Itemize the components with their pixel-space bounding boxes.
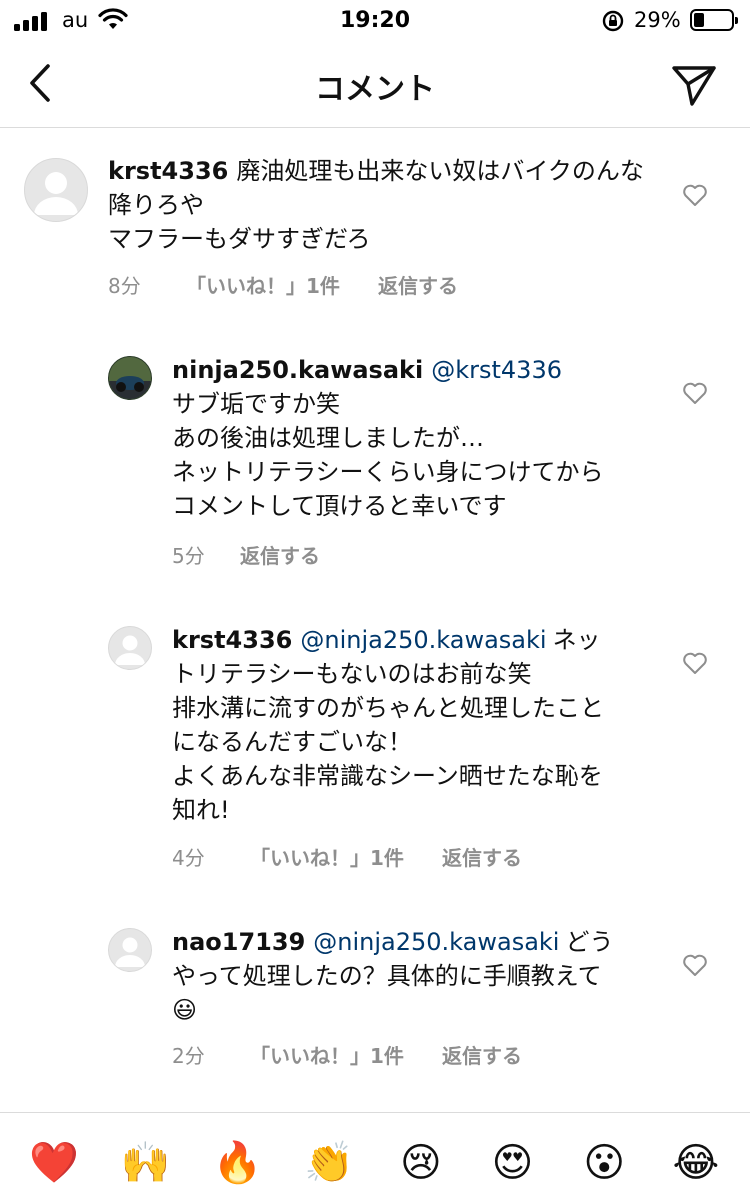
heart-icon[interactable] — [682, 183, 708, 207]
surprised-face-emoji[interactable]: 😮 — [574, 1130, 634, 1196]
likes-count[interactable]: 「いいね！」1件 — [186, 270, 378, 299]
comment-username[interactable]: krst4336 — [108, 157, 228, 185]
battery-percentage: 29% — [634, 8, 681, 32]
comment-text: ninja250.kawasaki @krst4336 サブ垢ですか笑 あの後油は処… — [172, 353, 624, 523]
tears-of-joy-emoji[interactable]: 😂 — [666, 1130, 726, 1196]
emoji-reaction-bar: ❤️ 🙌 🔥 👏 😢 😍 😮 😂 — [0, 1130, 750, 1196]
comment-meta: 4分 「いいね！」1件 返信する — [172, 842, 522, 871]
avatar[interactable] — [108, 928, 152, 972]
comment-body: ネットリテラシーもないのはお前な笑 排水溝に流すのがちゃんと処理したことになるん… — [172, 626, 604, 824]
paper-plane-icon[interactable] — [668, 60, 720, 108]
heart-icon[interactable] — [682, 651, 708, 675]
comment-meta: 2分 「いいね！」1件 返信する — [172, 1040, 522, 1069]
avatar[interactable] — [24, 158, 88, 222]
clapping-hands-emoji[interactable]: 👏 — [299, 1130, 359, 1196]
comment-time: 8分 — [108, 274, 141, 298]
comment-text: krst4336 廃油処理も出来ない奴はバイクのんな降りろや マフラーもダサすぎだ… — [108, 154, 648, 256]
red-heart-emoji[interactable]: ❤️ — [24, 1130, 84, 1196]
avatar[interactable] — [108, 356, 152, 400]
comment-time: 2分 — [172, 1044, 205, 1068]
heart-eyes-emoji[interactable]: 😍 — [483, 1130, 543, 1196]
comment-body: サブ垢ですか笑 あの後油は処理しましたが… ネットリテラシーくらい身につけてから… — [172, 390, 604, 520]
mention-link[interactable]: @krst4336 — [431, 356, 562, 384]
divider — [0, 1112, 750, 1113]
reply-button[interactable]: 返信する — [442, 1040, 522, 1069]
fire-emoji[interactable]: 🔥 — [207, 1130, 267, 1196]
crying-face-emoji[interactable]: 😢 — [391, 1130, 451, 1196]
battery-icon — [690, 9, 738, 31]
comment-meta: 5分 返信する — [172, 540, 320, 569]
comment-text: nao17139 @ninja250.kawasaki どうやって処理したの？具体的… — [172, 925, 624, 1027]
mention-link[interactable]: @ninja250.kawasaki — [313, 928, 559, 956]
comment-username[interactable]: nao17139 — [172, 928, 305, 956]
heart-icon[interactable] — [682, 381, 708, 405]
heart-icon[interactable] — [682, 953, 708, 977]
likes-count[interactable]: 「いいね！」1件 — [250, 1040, 442, 1069]
comment-username[interactable]: krst4336 — [172, 626, 292, 654]
raising-hands-emoji[interactable]: 🙌 — [116, 1130, 176, 1196]
reply-button[interactable]: 返信する — [442, 842, 522, 871]
rotation-lock-icon — [602, 10, 624, 32]
reply-button[interactable]: 返信する — [240, 540, 320, 569]
avatar[interactable] — [108, 626, 152, 670]
nav-bar: コメント — [0, 44, 750, 128]
reply-button[interactable]: 返信する — [378, 270, 458, 299]
mention-link[interactable]: @ninja250.kawasaki — [300, 626, 546, 654]
comment-time: 5分 — [172, 544, 205, 568]
likes-count[interactable]: 「いいね！」1件 — [250, 842, 442, 871]
comment-username[interactable]: ninja250.kawasaki — [172, 356, 423, 384]
status-bar: au 19:20 29% — [0, 0, 750, 44]
comment-text: krst4336 @ninja250.kawasaki ネットリテラシーもないのはお… — [172, 623, 624, 827]
page-title: コメント — [315, 72, 435, 107]
comment-time: 4分 — [172, 846, 205, 870]
comment-meta: 8分 「いいね！」1件 返信する — [108, 270, 458, 299]
